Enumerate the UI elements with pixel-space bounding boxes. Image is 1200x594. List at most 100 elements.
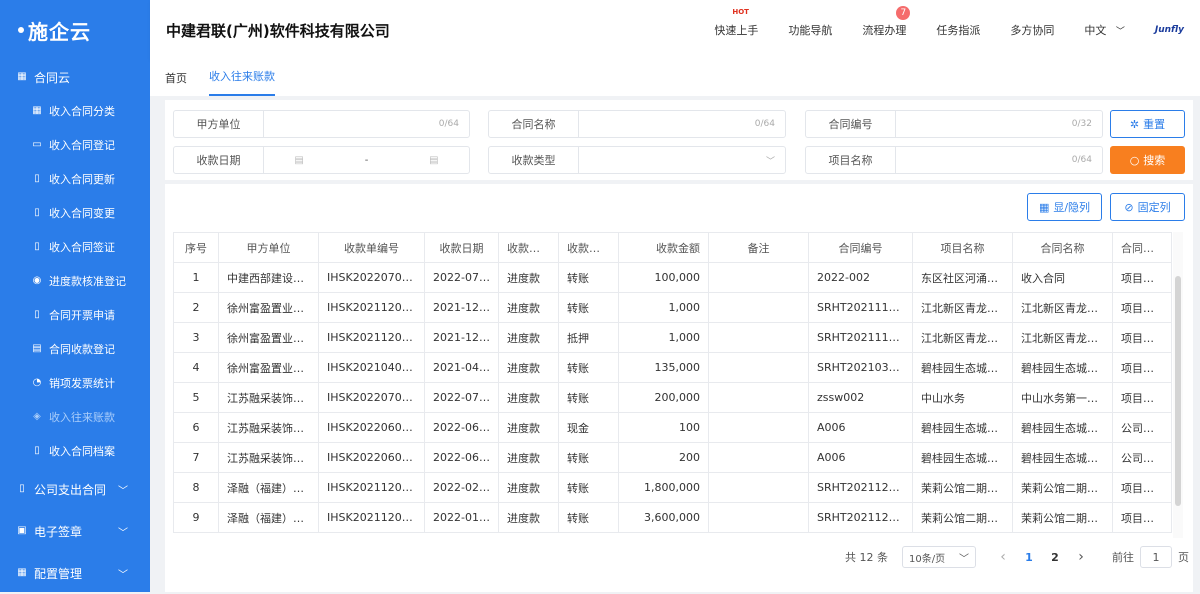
table-cell: IHSK2022070157	[318, 382, 425, 413]
app-logo[interactable]: 施企云	[0, 0, 150, 60]
goto-page-input[interactable]: 1	[1140, 546, 1172, 568]
sidebar-item-9[interactable]: ◈ 收入往来账款	[0, 400, 150, 434]
grid-icon: ▦	[17, 567, 27, 578]
receipt-type-select[interactable]: 收款类型 ﹀	[488, 146, 786, 174]
table-cell: zssw002	[808, 382, 913, 413]
menu-group-label: 配置管理	[34, 566, 83, 581]
column-header[interactable]: 合同编号	[808, 232, 913, 263]
page-2[interactable]: 2	[1044, 551, 1066, 564]
search-icon: ○	[1129, 153, 1140, 167]
menu-group-0[interactable]: ▯ 公司支出合同 ﹀	[0, 468, 150, 510]
date-separator: -	[364, 154, 369, 166]
column-header[interactable]: 序号	[173, 232, 219, 263]
scrollbar-thumb[interactable]	[1175, 276, 1181, 506]
sidebar-item-8[interactable]: ◔ 销项发票统计	[0, 366, 150, 400]
column-header[interactable]: 备注	[708, 232, 809, 263]
next-page-button[interactable]: ›	[1070, 549, 1092, 565]
table-scrollbar[interactable]	[1173, 232, 1183, 538]
table-cell: 2021-04-27	[424, 352, 499, 383]
menu-group-label: 公司支出合同	[34, 482, 107, 497]
table-row[interactable]: 4 徐州富盈置业有... IHSK2021040035 2021-04-27 进度款 转账…	[173, 352, 1172, 383]
table-row[interactable]: 3 徐州富盈置业有... IHSK2021120068 2021-12-20 进度款 抵押…	[173, 322, 1172, 353]
prev-page-button[interactable]: ‹	[992, 549, 1014, 565]
nav-function-guide[interactable]: 功能导航	[788, 22, 832, 38]
table-cell: 7	[173, 442, 219, 473]
brand-logo: Junfly	[1154, 25, 1184, 35]
language-select[interactable]: 中文 ﹀	[1084, 22, 1125, 38]
table-cell: 转账	[558, 352, 619, 383]
menu-group-label: 合同云	[34, 70, 71, 85]
column-header[interactable]: 合同名称	[1012, 232, 1113, 263]
fix-columns-button[interactable]: ⊘ 固定列	[1110, 193, 1185, 221]
chevron-down-icon: ﹀	[118, 485, 128, 497]
table-cell: 进度款	[498, 412, 559, 443]
column-header[interactable]: 收款方式	[558, 232, 619, 263]
page-size-select[interactable]: 10条/页 ﹀	[902, 546, 976, 568]
table-cell: 项目收...	[1112, 382, 1172, 413]
tab-receivables[interactable]: 收入往来账款	[209, 68, 275, 96]
tab-home[interactable]: 首页	[165, 70, 187, 96]
sidebar-item-2[interactable]: ▯ 收入合同更新	[0, 162, 150, 196]
toggle-columns-button[interactable]: ▦ 显/隐列	[1027, 193, 1102, 221]
doc-icon: ▯	[34, 173, 40, 184]
sidebar-item-7[interactable]: ▤ 合同收款登记	[0, 332, 150, 366]
sidebar-item-3[interactable]: ▯ 收入合同变更	[0, 196, 150, 230]
project-name-field[interactable]: 项目名称 0/64	[805, 146, 1103, 174]
table-cell: 江北新区青龙绿...	[912, 292, 1013, 323]
nav-task-assign[interactable]: 任务指派	[936, 22, 980, 38]
toggle-columns-label: 显/隐列	[1053, 201, 1091, 214]
contract-no-field[interactable]: 合同编号 0/32	[805, 110, 1103, 138]
doc-icon: ▯	[19, 483, 25, 494]
table-cell: IHSK2021120068	[318, 322, 425, 353]
table-row[interactable]: 1 中建西部建设新... IHSK2022070158 2022-07-27 进度款 转账…	[173, 262, 1172, 293]
table-row[interactable]: 8 泽融（福建）投... IHSK2021120076 2022-02-02 进度款 转账…	[173, 472, 1172, 503]
table-row[interactable]: 9 泽融（福建）投... IHSK2021120076 2022-01-14 进度款 转账…	[173, 502, 1172, 533]
column-header[interactable]: 甲方单位	[218, 232, 319, 263]
receipt-date-field[interactable]: 收款日期 ▤ - ▤	[173, 146, 470, 174]
table-cell: 东区社区河涌排...	[912, 262, 1013, 293]
calendar-icon[interactable]: ▤	[294, 155, 303, 166]
doc-edit-icon: ▯	[34, 207, 40, 218]
nav-quick-start[interactable]: HOT 快速上手	[714, 8, 758, 38]
sidebar-item-0[interactable]: ▦ 收入合同分类	[0, 94, 150, 128]
table-cell: 100,000	[618, 262, 709, 293]
sidebar-item-6[interactable]: ▯ 合同开票申请	[0, 298, 150, 332]
table-cell: 转账	[558, 262, 619, 293]
column-header[interactable]: 收款单编号	[318, 232, 425, 263]
table-row[interactable]: 2 徐州富盈置业有... IHSK2021120067 2021-12-20 进度款 转账…	[173, 292, 1172, 323]
table-row[interactable]: 6 江苏融采装饰有... IHSK2022060144 2022-06-30 进度款 现金…	[173, 412, 1172, 443]
table-cell: 200,000	[618, 382, 709, 413]
column-header[interactable]: 项目名称	[912, 232, 1013, 263]
menu-group-2[interactable]: ▦ 配置管理 ﹀	[0, 552, 150, 594]
reset-button[interactable]: ✲ 重置	[1110, 110, 1185, 138]
nav-task-label: 任务指派	[936, 24, 981, 37]
contract-name-field[interactable]: 合同名称 0/64	[488, 110, 786, 138]
search-button[interactable]: ○ 搜索	[1110, 146, 1185, 174]
column-header[interactable]: 收款金额	[618, 232, 709, 263]
sidebar-item-10[interactable]: ▯ 收入合同档案	[0, 434, 150, 468]
coin-icon: ◉	[32, 275, 42, 286]
sidebar-item-4[interactable]: ▯ 收入合同签证	[0, 230, 150, 264]
table-row[interactable]: 5 江苏融采装饰有... IHSK2022070157 2022-07-22 进度款 转账…	[173, 382, 1172, 413]
hot-badge: HOT	[732, 8, 749, 16]
sidebar-item-5[interactable]: ◉ 进度款核准登记	[0, 264, 150, 298]
table-cell: 项目收...	[1112, 292, 1172, 323]
table-cell: 江苏融采装饰有...	[218, 442, 319, 473]
table-row[interactable]: 7 江苏融采装饰有... IHSK2022060144 2022-06-22 进度款 转账…	[173, 442, 1172, 473]
table-cell: 项目收...	[1112, 322, 1172, 353]
sidebar-item-label: 合同开票申请	[49, 309, 115, 322]
nav-collaboration[interactable]: 多方协同	[1010, 22, 1054, 38]
menu-group-1[interactable]: ▣ 电子签章 ﹀	[0, 510, 150, 552]
table-cell: 2022-02-02	[424, 472, 499, 503]
nav-process[interactable]: 7 流程办理	[862, 6, 911, 38]
breadcrumb-tabs: 首页 收入往来账款	[150, 60, 1200, 96]
table-cell: 进度款	[498, 442, 559, 473]
party-a-field[interactable]: 甲方单位 0/64	[173, 110, 470, 138]
calendar-icon[interactable]: ▤	[429, 155, 438, 166]
column-header[interactable]: 收款日期	[424, 232, 499, 263]
menu-group-contract-cloud[interactable]: ▦ 合同云	[0, 60, 150, 94]
column-header[interactable]: 合同类型	[1112, 232, 1172, 263]
column-header[interactable]: 收款类型	[498, 232, 559, 263]
sidebar-item-1[interactable]: ▭ 收入合同登记	[0, 128, 150, 162]
page-1[interactable]: 1	[1018, 551, 1040, 564]
